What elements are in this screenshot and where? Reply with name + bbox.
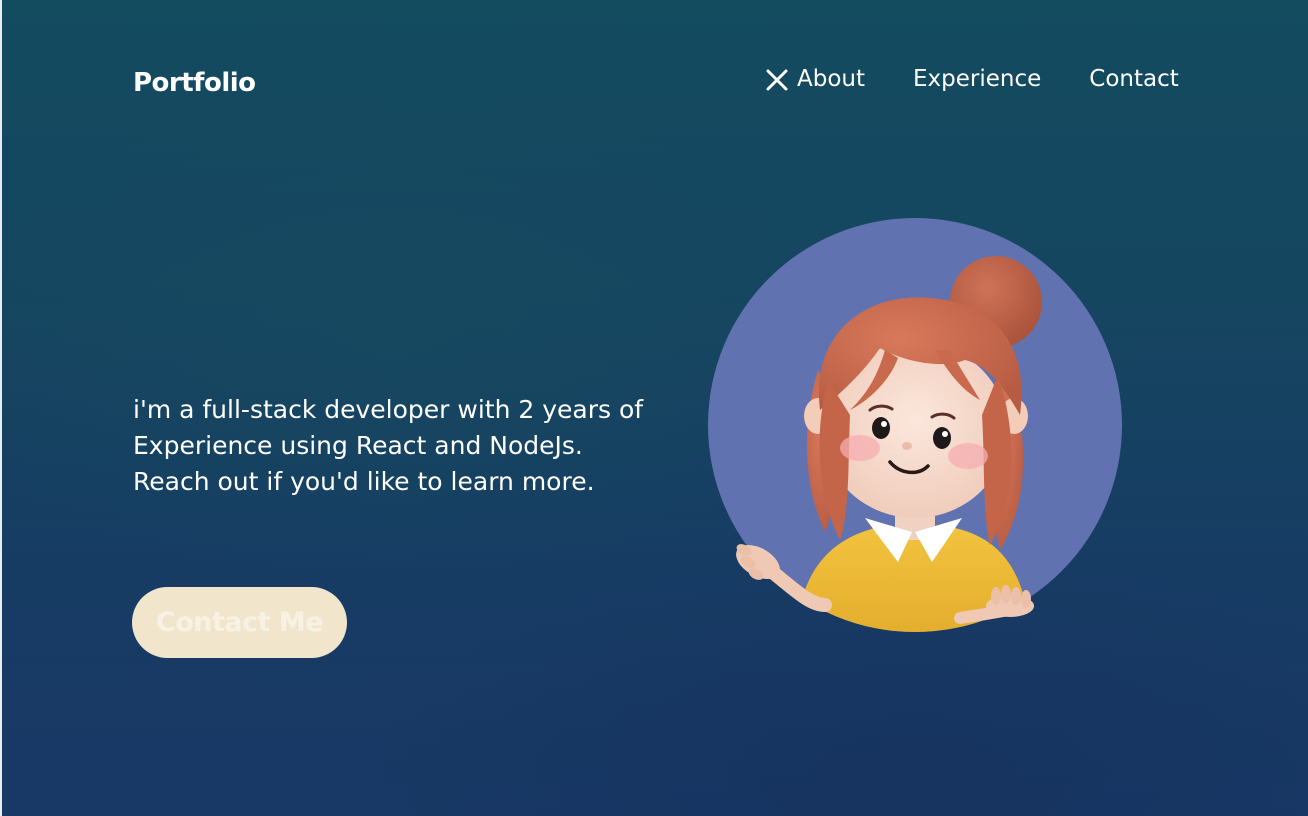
avatar	[700, 210, 1140, 640]
contact-me-button[interactable]: Contact Me	[132, 587, 347, 658]
nav-label-contact[interactable]: Contact	[1089, 62, 1178, 96]
site-header: Portfolio About Experience Contact	[0, 0, 1308, 160]
hero-intro-text: i'm a full-stack developer with 2 years …	[133, 395, 644, 496]
close-icon[interactable]	[764, 66, 790, 92]
cartoon-girl-avatar-icon	[708, 218, 1122, 632]
nav-label-experience[interactable]: Experience	[913, 62, 1041, 96]
brand-logo[interactable]: Portfolio	[133, 66, 256, 100]
nav-item-about[interactable]: About	[764, 62, 865, 96]
portfolio-page: Portfolio About Experience Contact i'm a…	[0, 0, 1308, 816]
nav-item-experience[interactable]: Experience	[913, 62, 1041, 96]
nav-label-about[interactable]: About	[797, 62, 865, 96]
nav-item-contact[interactable]: Contact	[1089, 62, 1178, 96]
main-nav: About Experience Contact	[764, 62, 1179, 96]
